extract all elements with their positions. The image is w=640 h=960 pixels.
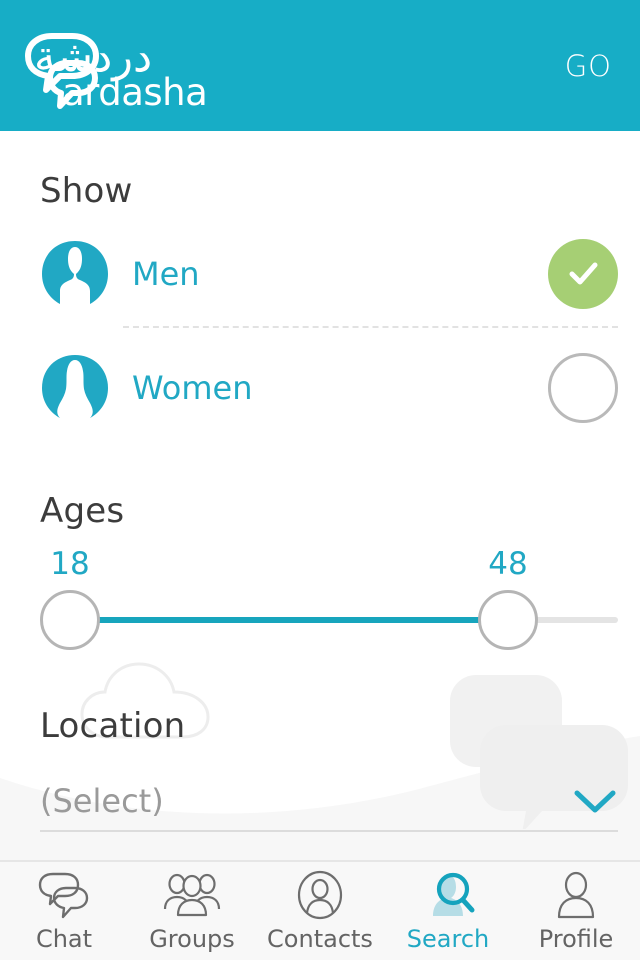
gender-option-women[interactable]: Women: [40, 350, 618, 426]
chevron-down-icon[interactable]: [572, 786, 618, 816]
search-person-icon: [433, 872, 475, 916]
show-section-title: Show: [40, 171, 133, 211]
tab-label-profile: Profile: [538, 925, 614, 953]
tab-chat[interactable]: Chat: [0, 862, 128, 960]
contact-circle-icon: [297, 870, 343, 920]
age-min-value: 18: [50, 546, 90, 582]
tab-groups[interactable]: Groups: [128, 862, 256, 960]
tab-contacts[interactable]: Contacts: [256, 862, 384, 960]
location-section-title: Location: [40, 706, 186, 746]
ages-section-title: Ages: [40, 491, 125, 531]
location-placeholder: (Select): [40, 782, 164, 820]
gender-option-men[interactable]: Men: [40, 236, 618, 312]
age-range-slider[interactable]: 18 48: [40, 546, 618, 651]
tab-profile[interactable]: Profile: [512, 862, 640, 960]
tab-label-contacts: Contacts: [267, 925, 373, 953]
tab-label-chat: Chat: [35, 925, 93, 953]
toggle-women[interactable]: [548, 353, 618, 423]
logo-latin-text: ardasha: [62, 70, 208, 114]
location-underline: [40, 830, 618, 832]
filters-body: Show Men Women Ages 18 48 Location (Sele…: [0, 131, 640, 860]
toggle-men[interactable]: [548, 239, 618, 309]
gender-separator: [123, 326, 618, 328]
tab-label-search: Search: [406, 925, 490, 953]
go-button[interactable]: GO: [561, 43, 616, 89]
female-avatar-icon: [42, 355, 108, 418]
bottom-navigation: Chat Groups Contacts Search Profile: [0, 860, 640, 960]
male-avatar-icon: [42, 241, 108, 304]
search-filters-screen: دردشة ardasha GO Show Men Women Ages 18 …: [0, 0, 640, 960]
gender-label-women: Women: [132, 369, 253, 407]
slider-handle-max[interactable]: [478, 590, 538, 650]
age-max-value: 48: [488, 546, 528, 582]
person-icon: [557, 871, 595, 919]
slider-track-fill: [70, 617, 508, 623]
chat-bubbles-icon: [38, 872, 89, 919]
gender-label-men: Men: [132, 255, 200, 293]
location-select[interactable]: (Select): [40, 769, 618, 833]
people-group-icon: [163, 873, 221, 917]
tab-search[interactable]: Search: [384, 862, 512, 960]
app-header: دردشة ardasha GO: [0, 0, 640, 131]
app-logo: دردشة ardasha: [16, 20, 208, 114]
slider-handle-min[interactable]: [40, 590, 100, 650]
check-icon: [569, 262, 598, 285]
tab-label-groups: Groups: [149, 925, 235, 953]
